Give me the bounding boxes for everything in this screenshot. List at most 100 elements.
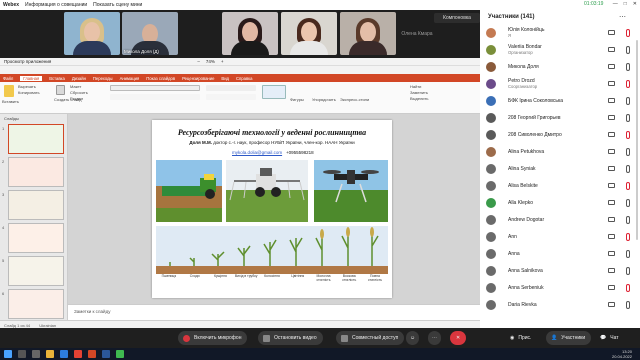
font-format-row[interactable] — [110, 94, 200, 100]
participant-row[interactable]: Alla Klepko — [486, 196, 634, 211]
microphone-icon[interactable] — [626, 233, 630, 241]
camera-icon[interactable] — [608, 64, 615, 69]
presence-tab[interactable]: ◉ Прис. — [505, 331, 537, 345]
ribbon-tab[interactable]: Главная — [20, 75, 43, 81]
olena-tile[interactable]: Олена Кмара — [400, 12, 434, 55]
webex-icon[interactable] — [116, 350, 124, 358]
chrome-icon[interactable] — [74, 350, 82, 358]
participants-scrollbar[interactable] — [636, 40, 638, 240]
zoom-plus-icon[interactable]: + — [221, 59, 224, 64]
camera-icon[interactable] — [608, 217, 615, 222]
microphone-icon[interactable] — [626, 250, 630, 258]
start-icon[interactable] — [4, 350, 12, 358]
camera-icon[interactable] — [608, 115, 615, 120]
participants-tab[interactable]: 👤 Участники — [546, 331, 592, 345]
reset-label[interactable]: Сбросить — [70, 90, 88, 95]
current-slide[interactable]: Ресурсозберігаючі технології у веденні р… — [152, 120, 392, 298]
slide-thumbnail[interactable] — [8, 157, 64, 187]
ribbon-tab[interactable]: Дизайн — [72, 76, 86, 81]
slide-thumbnail[interactable] — [8, 124, 64, 154]
powerpoint-icon[interactable] — [88, 350, 96, 358]
participant-row[interactable]: Anna Serbeniuk — [486, 281, 634, 296]
shapes-gallery[interactable] — [262, 85, 286, 99]
participant-row[interactable]: БФК Ірина Соколовська — [486, 94, 634, 109]
microphone-icon[interactable] — [626, 216, 630, 224]
microphone-icon[interactable] — [626, 165, 630, 173]
arrange-label[interactable]: Упорядочить — [312, 97, 336, 102]
video-tile[interactable] — [64, 12, 120, 55]
microphone-icon[interactable] — [626, 301, 630, 309]
word-icon[interactable] — [102, 350, 110, 358]
camera-icon[interactable] — [608, 285, 615, 290]
notes-pane[interactable]: Заметки к слайду — [68, 304, 480, 318]
camera-icon[interactable] — [608, 234, 615, 239]
ribbon-tab[interactable]: Анимация — [120, 76, 140, 81]
share-button[interactable]: Совместный доступ — [336, 331, 405, 345]
copy-label[interactable]: Копировать — [18, 90, 40, 95]
participant-row[interactable]: 208 Георгий Григорьев — [486, 111, 634, 126]
microphone-icon[interactable] — [626, 199, 630, 207]
leave-button[interactable]: ✕ — [450, 331, 467, 345]
layout-label[interactable]: Макет — [70, 84, 81, 89]
ribbon-tab[interactable]: Вставка — [49, 76, 65, 81]
participant-row[interactable]: Anna Salnikova — [486, 264, 634, 279]
camera-icon[interactable] — [608, 81, 615, 86]
participant-row[interactable]: Petro Drozd Соорганизатор — [486, 77, 634, 92]
camera-icon[interactable] — [608, 166, 615, 171]
slide-thumbnail[interactable] — [8, 223, 64, 253]
microphone-icon[interactable] — [626, 182, 630, 190]
video-button[interactable]: Остановить видео — [258, 331, 323, 345]
font-selector[interactable] — [110, 85, 200, 91]
camera-icon[interactable] — [608, 251, 615, 256]
show-stage-button[interactable]: Показать сцену мини — [93, 2, 142, 8]
participant-row[interactable]: Daria Rievka — [486, 298, 634, 313]
microphone-icon[interactable] — [626, 46, 630, 54]
replace-label[interactable]: Заменить — [410, 90, 428, 95]
video-tile[interactable]: Микола Доля (Д) — [122, 12, 178, 55]
camera-icon[interactable] — [608, 132, 615, 137]
microphone-icon[interactable] — [626, 114, 630, 122]
camera-icon[interactable] — [608, 98, 615, 103]
camera-icon[interactable] — [608, 200, 615, 205]
taskbar-clock[interactable]: 13:20 20.04.2022 — [612, 349, 632, 359]
new-slide-icon[interactable] — [56, 85, 65, 95]
camera-icon[interactable] — [608, 268, 615, 273]
chat-tab[interactable]: 💬 Чат — [595, 331, 625, 345]
microphone-icon[interactable] — [626, 284, 630, 292]
camera-icon[interactable] — [608, 47, 615, 52]
participant-row[interactable]: Юлія Колонійць Я — [486, 26, 634, 41]
microphone-icon[interactable] — [626, 97, 630, 105]
section-label[interactable]: Раздел — [70, 96, 83, 101]
slide-thumbnail[interactable] — [8, 289, 64, 319]
ribbon-tab[interactable]: Переходы — [93, 76, 113, 81]
camera-icon[interactable] — [608, 183, 615, 188]
select-label[interactable]: Выделить — [410, 96, 428, 101]
find-label[interactable]: Найти — [410, 84, 421, 89]
alignment-row[interactable] — [206, 94, 256, 100]
meeting-info-button[interactable]: Информация о совещании — [25, 2, 87, 8]
slide-thumbnail[interactable] — [8, 256, 64, 286]
search-icon[interactable] — [18, 350, 26, 358]
ribbon-tab[interactable]: Показ слайдов — [146, 76, 175, 81]
paragraph-row[interactable] — [206, 85, 256, 91]
minimize-icon[interactable]: — — [613, 1, 618, 7]
file-explorer-icon[interactable] — [46, 350, 54, 358]
camera-icon[interactable] — [608, 30, 615, 35]
ribbon-tab[interactable]: Файл — [3, 76, 13, 81]
more-options-icon[interactable]: ⋯ — [619, 13, 626, 21]
participant-row[interactable]: Alina Syniak — [486, 162, 634, 177]
microphone-icon[interactable] — [626, 80, 630, 88]
microphone-icon[interactable] — [626, 63, 630, 71]
task-view-icon[interactable] — [32, 350, 40, 358]
ribbon-tab[interactable]: Справка — [236, 76, 252, 81]
camera-icon[interactable] — [608, 149, 615, 154]
microphone-icon[interactable] — [626, 131, 630, 139]
camera-icon[interactable] — [608, 302, 615, 307]
participant-row[interactable]: 208 Сиволенко Дмитро — [486, 128, 634, 143]
microphone-icon[interactable] — [626, 148, 630, 156]
paste-label[interactable]: Вставить — [2, 99, 19, 104]
cut-label[interactable]: Вырезать — [18, 84, 36, 89]
participant-row[interactable]: Anna — [486, 247, 634, 262]
close-icon[interactable]: ✕ — [633, 1, 637, 7]
participant-row[interactable]: Andrew Dogotar — [486, 213, 634, 228]
